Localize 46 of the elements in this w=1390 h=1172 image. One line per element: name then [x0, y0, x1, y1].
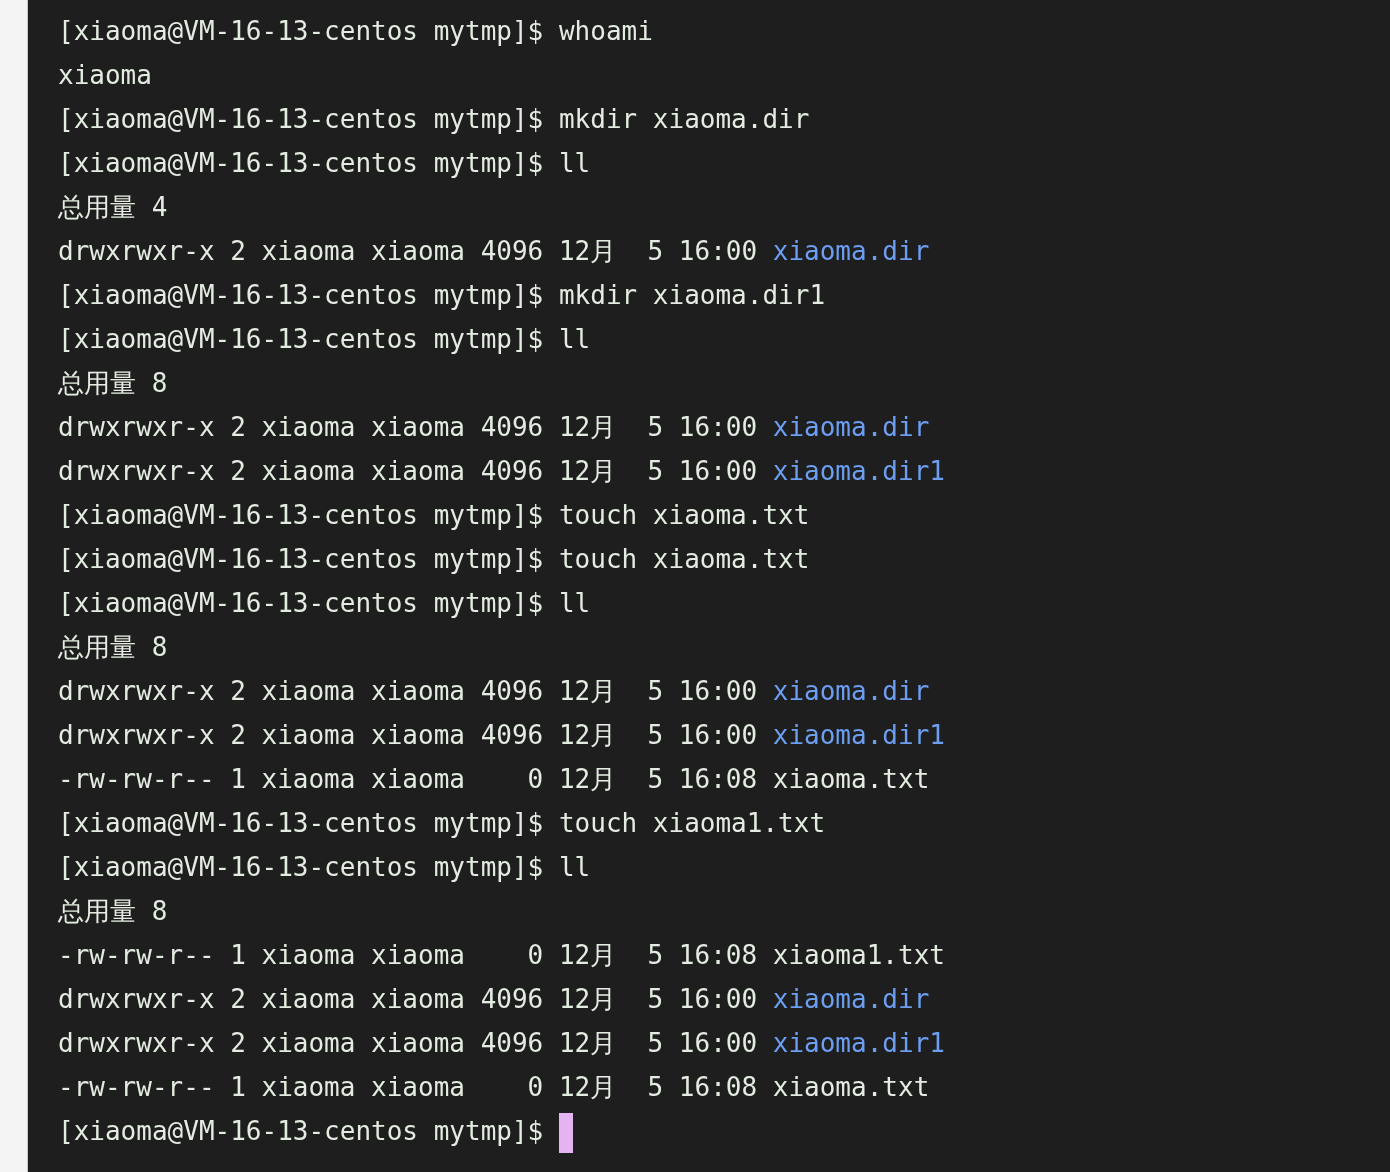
file-details: -rw-rw-r-- 1 xiaoma xiaoma 0 12月 5 16:08	[58, 940, 758, 970]
output-text: 总用量 8	[58, 896, 168, 926]
command-text: mkdir xiaoma.dir1	[558, 280, 826, 310]
command-text: touch xiaoma1.txt	[558, 808, 826, 838]
directory-name: xiaoma.dir	[772, 236, 930, 266]
output-text: 总用量 8	[58, 632, 168, 662]
file-details: -rw-rw-r-- 1 xiaoma xiaoma 0 12月 5 16:08	[58, 1072, 758, 1102]
directory-name: xiaoma.dir1	[772, 1028, 945, 1058]
shell-prompt: [xiaoma@VM-16-13-centos mytmp]$	[58, 852, 544, 882]
command-text: mkdir xiaoma.dir	[558, 104, 810, 134]
shell-prompt: [xiaoma@VM-16-13-centos mytmp]$	[58, 500, 544, 530]
shell-prompt: [xiaoma@VM-16-13-centos mytmp]$	[58, 808, 544, 838]
shell-prompt: [xiaoma@VM-16-13-centos mytmp]$	[58, 324, 544, 354]
file-details: drwxrwxr-x 2 xiaoma xiaoma 4096 12月 5 16:00	[58, 720, 758, 750]
file-details: drwxrwxr-x 2 xiaoma xiaoma 4096 12月 5 16:00	[58, 984, 758, 1014]
directory-name: xiaoma.dir	[772, 676, 930, 706]
command-text: ll	[558, 588, 591, 618]
file-name: xiaoma1.txt	[772, 940, 945, 970]
command-text: ll	[558, 148, 591, 178]
file-details: drwxrwxr-x 2 xiaoma xiaoma 4096 12月 5 16:00	[58, 412, 758, 442]
shell-prompt: [xiaoma@VM-16-13-centos mytmp]$	[58, 1116, 544, 1146]
file-details: drwxrwxr-x 2 xiaoma xiaoma 4096 12月 5 16:00	[58, 456, 758, 486]
directory-name: xiaoma.dir1	[772, 720, 945, 750]
command-text: ll	[558, 852, 591, 882]
file-details: drwxrwxr-x 2 xiaoma xiaoma 4096 12月 5 16:00	[58, 1028, 758, 1058]
command-text: touch xiaoma.txt	[558, 500, 810, 530]
directory-name: xiaoma.dir	[772, 984, 930, 1014]
file-details: -rw-rw-r-- 1 xiaoma xiaoma 0 12月 5 16:08	[58, 764, 758, 794]
shell-prompt: [xiaoma@VM-16-13-centos mytmp]$	[58, 104, 544, 134]
file-details: drwxrwxr-x 2 xiaoma xiaoma 4096 12月 5 16:00	[58, 236, 758, 266]
file-name: xiaoma.txt	[772, 764, 930, 794]
shell-prompt: [xiaoma@VM-16-13-centos mytmp]$	[58, 280, 544, 310]
command-text: touch xiaoma.txt	[558, 544, 810, 574]
output-text: 总用量 4	[58, 192, 168, 222]
shell-prompt: [xiaoma@VM-16-13-centos mytmp]$	[58, 588, 544, 618]
output-text: 总用量 8	[58, 368, 168, 398]
file-name: xiaoma.txt	[772, 1072, 930, 1102]
shell-prompt: [xiaoma@VM-16-13-centos mytmp]$	[58, 16, 544, 46]
directory-name: xiaoma.dir	[772, 412, 930, 442]
shell-prompt: [xiaoma@VM-16-13-centos mytmp]$	[58, 544, 544, 574]
command-text: whoami	[558, 16, 653, 46]
file-details: drwxrwxr-x 2 xiaoma xiaoma 4096 12月 5 16:00	[58, 676, 758, 706]
shell-prompt: [xiaoma@VM-16-13-centos mytmp]$	[58, 148, 544, 178]
output-text: xiaoma	[58, 60, 152, 90]
command-text: ll	[558, 324, 591, 354]
directory-name: xiaoma.dir1	[772, 456, 945, 486]
